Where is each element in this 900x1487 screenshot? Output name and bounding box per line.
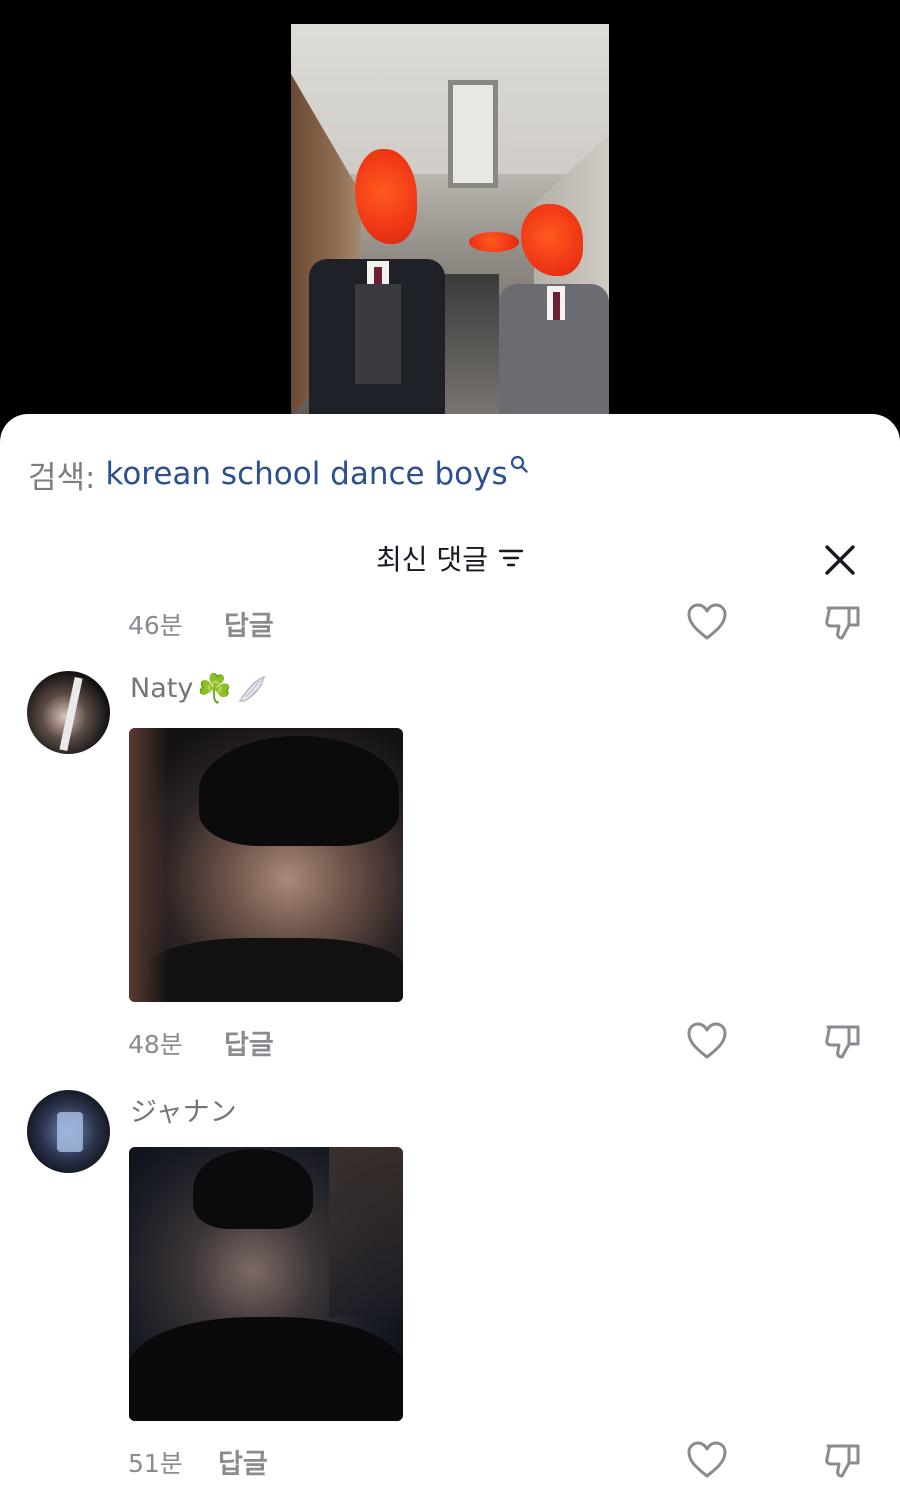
avatar[interactable] [27,1090,110,1173]
comment-meta: 51분 답글 [128,1440,888,1480]
comment-meta: 48분 답글 [128,1021,888,1061]
comment-time: 51분 [128,1449,183,1478]
close-icon[interactable] [824,544,856,576]
redacted-face [521,204,583,276]
comment-username[interactable]: ジャナン [130,1090,237,1129]
comment-gif[interactable] [129,1147,403,1421]
dislike-icon[interactable] [822,602,864,642]
comment-time: 46분 [128,611,183,640]
ceiling-light [448,80,498,188]
heart-icon[interactable] [686,602,728,642]
heart-icon[interactable] [686,1440,728,1480]
sort-filter-icon[interactable] [498,547,524,569]
heart-icon[interactable] [686,1021,728,1061]
clover-icon: ☘️ [197,672,233,705]
comment-time: 48분 [128,1030,183,1059]
video-thumbnail[interactable] [291,24,609,416]
dislike-icon[interactable] [822,1440,864,1480]
person-left [309,149,445,416]
sort-title: 최신 댓글 [376,543,488,576]
dislike-icon[interactable] [822,1021,864,1061]
video-area[interactable] [0,0,900,440]
wing-icon [238,675,266,702]
comment-meta: 46분 답글 [128,602,888,642]
search-query-link[interactable]: korean school dance boys [105,456,507,492]
search-suggestion[interactable]: 검색: korean school dance boys [28,454,528,496]
reply-button[interactable]: 답글 [218,1442,268,1481]
comment-gif[interactable] [129,728,403,1002]
comments-header[interactable]: 최신 댓글 [0,538,900,578]
reply-button[interactable]: 답글 [224,1023,274,1062]
reply-button[interactable]: 답글 [224,604,274,643]
redacted-face [355,149,417,244]
search-icon [510,455,528,473]
search-prefix: 검색: [28,459,96,496]
person-right [469,204,609,416]
username-text: Naty [130,673,194,704]
close-button[interactable] [818,538,862,582]
comments-sheet: 검색: korean school dance boys 최신 댓글 46분 답… [0,414,900,1487]
comment-username[interactable]: Naty ☘️ [130,672,268,705]
avatar[interactable] [27,671,110,754]
username-text: ジャナン [130,1097,237,1128]
